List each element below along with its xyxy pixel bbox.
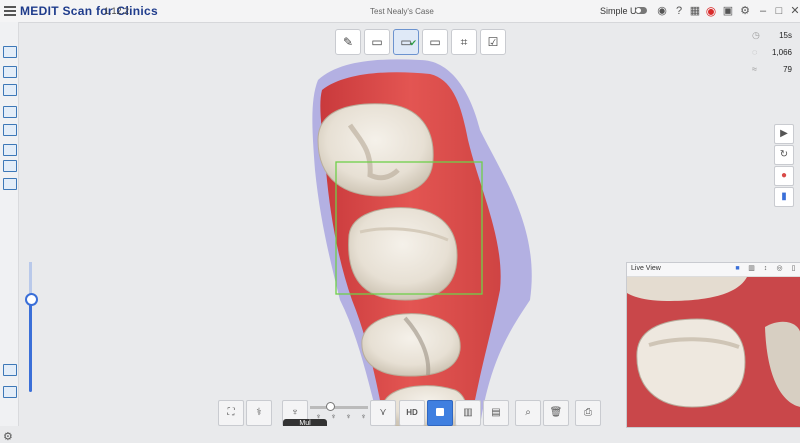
live-view-title: Live View — [631, 265, 661, 272]
grid-icon[interactable]: ▥ — [747, 264, 756, 273]
tool-filter-icon[interactable] — [3, 124, 17, 136]
stop-scan-button[interactable] — [427, 400, 453, 426]
stat-rate: ≈79 — [742, 64, 792, 81]
tool-view-icon[interactable] — [3, 178, 17, 190]
tool-visibility-icon[interactable] — [3, 364, 17, 376]
clock-icon: ◷ — [752, 30, 760, 40]
rotate-icon[interactable]: ↻ — [774, 145, 794, 165]
tool-select-icon[interactable] — [3, 46, 17, 58]
ai-scan-icon[interactable]: ⚕ — [246, 400, 272, 426]
texture-icon[interactable]: ▮ — [774, 187, 794, 207]
tooth-upper — [317, 103, 434, 197]
video-icon[interactable]: ▶ — [774, 124, 794, 144]
review-icon: ☑ — [487, 35, 499, 49]
step-prescription[interactable]: ✎ — [335, 29, 361, 55]
step-bar: ✎ ▭ ▭ ✔ ▭ ⌗ ☑ — [335, 29, 506, 57]
eye-icon[interactable]: ◎ — [775, 264, 784, 273]
mini-tooth-icon-3: ♆ — [345, 412, 352, 421]
align-icon: ⌗ — [460, 35, 468, 49]
step-review[interactable]: ☑ — [480, 29, 506, 55]
gear-icon[interactable]: ⚙ — [3, 430, 13, 443]
tool-crop-icon[interactable] — [3, 160, 17, 172]
arch-mode-icon[interactable]: ⋎ — [370, 400, 396, 426]
mini-tooth-icon-4: ♆ — [360, 412, 367, 421]
stat-rate-value: 79 — [783, 65, 792, 74]
step-occlusion[interactable]: ▭ — [422, 29, 448, 55]
step-mandible[interactable]: ▭ ✔ — [393, 29, 419, 55]
scan-tip-icon[interactable]: ⛶ — [218, 400, 244, 426]
data-icon: ◌ — [752, 47, 758, 57]
view-mode-icon[interactable]: ■ — [733, 264, 742, 273]
stat-count: ◌ 1,066 — [742, 47, 792, 64]
stat-time-value: 15s — [779, 31, 792, 40]
step-align[interactable]: ⌗ — [451, 29, 477, 55]
filter-slider-thumb[interactable] — [25, 293, 38, 306]
step-maxilla[interactable]: ▭ — [364, 29, 390, 55]
search-icon[interactable]: ⌕ — [515, 400, 541, 426]
hd-mode-icon[interactable]: HD — [399, 400, 425, 426]
tool-lock-icon[interactable] — [3, 66, 17, 78]
pause-icon[interactable]: ▥ — [455, 400, 481, 426]
depth-slider-thumb[interactable] — [326, 402, 335, 411]
left-toolbar: » ⚙ — [0, 22, 19, 443]
export-icon[interactable]: ⎙ — [575, 400, 601, 426]
detach-icon[interactable]: ▯ — [789, 264, 798, 273]
tool-trim-icon[interactable] — [3, 106, 17, 118]
mode-tooltip: Mul — [283, 419, 327, 426]
pencil-icon: ✎ — [342, 35, 354, 49]
tooth-middle — [348, 207, 458, 301]
live-view-panel: Live View ■ ▥ ↕ ◎ ▯ — [626, 262, 800, 428]
tool-eraser-icon[interactable] — [3, 84, 17, 96]
tool-ai-icon[interactable] — [3, 144, 17, 156]
depth-slider-track[interactable] — [310, 406, 368, 409]
tool-cylinder-icon[interactable] — [3, 386, 17, 398]
filter-slider-track[interactable] — [29, 262, 32, 392]
mini-tooth-icon-2: ♆ — [330, 412, 337, 421]
scan-stats: ◷ 15s ◌ 1,066 ≈79 — [742, 30, 792, 81]
live-view-image — [627, 277, 800, 427]
color-icon[interactable]: ● — [774, 166, 794, 186]
stat-time: ◷ 15s — [742, 30, 792, 47]
bottom-toolbar: ⛶ ⚕ ♆ ♆ ♆ ♆ ♆ ⋎ HD ▥ ▤ ⌕ 🗑 ⎙ — [218, 398, 602, 426]
speed-icon: ≈ — [752, 64, 757, 74]
stop-icon — [436, 408, 444, 417]
occlusion-icon: ▭ — [429, 35, 441, 49]
flip-icon[interactable]: ↕ — [761, 264, 770, 273]
scan-strategy-icon[interactable]: ▤ — [483, 400, 509, 426]
maxilla-icon: ▭ — [371, 35, 383, 49]
stat-count-value: 1,066 — [771, 48, 792, 57]
delete-icon[interactable]: 🗑 — [543, 400, 569, 426]
check-icon: ✔ — [409, 38, 417, 48]
live-view-header: Live View ■ ▥ ↕ ◎ ▯ — [627, 263, 800, 277]
